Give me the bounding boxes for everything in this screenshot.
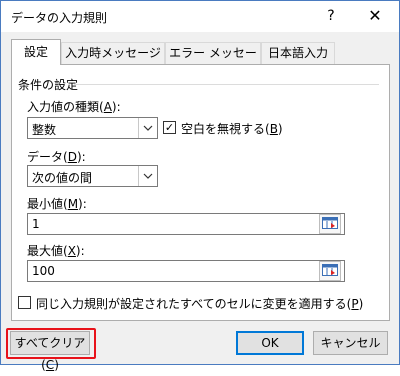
ignore-blank-checkbox[interactable]: ✓ <box>163 121 176 134</box>
data-select[interactable]: 次の値の間 <box>27 165 158 187</box>
minimum-input[interactable]: 1 <box>27 213 345 235</box>
chevron-down-icon[interactable] <box>138 166 157 186</box>
cancel-button[interactable]: キャンセル <box>313 331 388 355</box>
data-select-value: 次の値の間 <box>32 171 93 185</box>
ok-button[interactable]: OK <box>236 331 304 355</box>
minimum-range-picker-button[interactable] <box>319 214 341 234</box>
apply-to-all-label: 同じ入力規則が設定されたすべてのセルに変更を適用する(P) <box>36 297 364 311</box>
allow-select[interactable]: 整数 <box>27 117 158 139</box>
tab-ime-mode[interactable]: 日本語入力 <box>261 42 335 64</box>
ignore-blank-label: 空白を無視する(B) <box>181 122 283 136</box>
allow-select-value: 整数 <box>32 123 57 137</box>
data-validation-dialog: データの入力規則 ? ✕ 設定 入力時メッセージ エラー メッセージ 日本語入力… <box>0 0 400 372</box>
settings-panel: 条件の設定 入力値の種類(A): 整数 ✓ 空白を無視する(B) データ(D):… <box>11 64 390 321</box>
maximum-range-picker-button[interactable] <box>319 261 341 281</box>
help-button[interactable]: ? <box>319 5 343 27</box>
minimum-label: 最小値(M): <box>27 197 87 211</box>
tab-settings[interactable]: 設定 <box>11 39 61 65</box>
data-label: データ(D): <box>27 150 86 164</box>
maximum-label: 最大値(X): <box>27 244 85 258</box>
tab-error-alert[interactable]: エラー メッセージ <box>165 42 261 81</box>
allow-label: 入力値の種類(A): <box>27 100 121 114</box>
maximum-input[interactable]: 100 <box>27 260 345 282</box>
maximum-value: 100 <box>32 264 55 278</box>
apply-to-all-checkbox[interactable] <box>18 296 31 309</box>
dialog-title: データの入力規則 <box>11 11 108 25</box>
close-button[interactable]: ✕ <box>361 5 389 27</box>
clear-all-highlight <box>6 328 96 359</box>
chevron-down-icon[interactable] <box>138 118 157 138</box>
tab-input-message[interactable]: 入力時メッセージ <box>61 42 165 64</box>
title-bar: データの入力規則 ? ✕ <box>1 1 399 32</box>
range-select-icon <box>322 216 338 232</box>
group-divider <box>74 84 379 85</box>
check-mark-icon: ✓ <box>164 121 175 134</box>
minimum-value: 1 <box>32 217 40 231</box>
criteria-group-title: 条件の設定 <box>18 78 79 92</box>
range-select-icon <box>322 263 338 279</box>
